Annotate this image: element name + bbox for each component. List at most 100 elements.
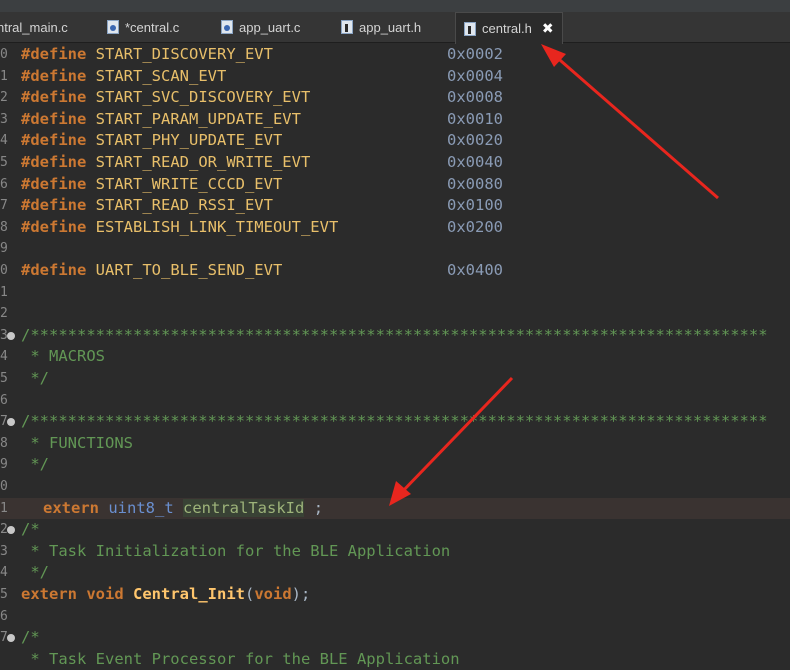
semicolon: ;: [313, 498, 324, 517]
code-line: 4 * MACROS: [0, 346, 790, 368]
macro-value: 0x0004: [447, 66, 503, 85]
define-keyword: #define: [21, 174, 87, 193]
comment-text: * FUNCTIONS: [21, 433, 133, 452]
close-tab-icon[interactable]: ✖: [542, 21, 554, 37]
line-number: 2: [0, 306, 8, 322]
code-line: * Task Event Processor for the BLE Appli…: [0, 649, 790, 670]
line-number: 6: [0, 608, 8, 624]
comment-text: /*: [21, 628, 40, 647]
macro-name: START_WRITE_CCCD_EVT: [95, 174, 283, 193]
code-line: 7 #define START_READ_RSSI_EVT 0x0100: [0, 195, 790, 217]
line-number: 6: [0, 176, 8, 192]
extern-keyword: extern: [21, 585, 77, 603]
code-line: 4 #define START_PHY_UPDATE_EVT 0x0020: [0, 130, 790, 152]
macro-value: 0x0080: [447, 174, 503, 193]
line-number: 3: [0, 111, 8, 127]
editor-tab-bar: ntral_main.c *central.c app_uart.c app_u…: [0, 12, 790, 44]
tab-label: app_uart.c: [239, 19, 301, 35]
code-line: 8 * FUNCTIONS: [0, 433, 790, 455]
line-number: 4: [0, 133, 8, 149]
line-number: 1: [0, 500, 8, 516]
variable-name: centralTaskId: [183, 498, 305, 517]
fold-marker-icon[interactable]: [7, 634, 15, 643]
tab-central-h[interactable]: central.h ✖: [455, 12, 563, 44]
type-name: uint8_t: [108, 498, 174, 517]
tab-app-uart-h[interactable]: app_uart.h: [341, 12, 441, 42]
line-number: 1: [0, 284, 8, 300]
define-keyword: #define: [21, 131, 87, 150]
fold-marker-icon[interactable]: [7, 331, 15, 340]
line-number: 2: [0, 90, 8, 106]
line-number: 9: [0, 241, 8, 257]
code-line: 1 #define START_SCAN_EVT 0x0004: [0, 66, 790, 88]
tab-app-uart-c[interactable]: app_uart.c: [221, 12, 321, 42]
code-line: 7/*: [0, 627, 790, 649]
h-file-icon: [464, 21, 476, 36]
code-line: 9: [0, 238, 790, 260]
line-number: 8: [0, 219, 8, 235]
line-number: 4: [0, 349, 8, 365]
macro-value: 0x0400: [447, 261, 503, 279]
code-line: 5 */: [0, 368, 790, 390]
macro-value: 0x0020: [447, 131, 503, 150]
code-line: 8 #define ESTABLISH_LINK_TIMEOUT_EVT 0x020…: [0, 217, 790, 239]
code-line: 0 #define START_DISCOVERY_EVT 0x0002: [0, 44, 790, 66]
comment-text: * Task Event Processor for the BLE Appli…: [21, 649, 460, 668]
code-line: 3 #define START_PARAM_UPDATE_EVT 0x0010: [0, 109, 790, 131]
line-number: 8: [0, 435, 8, 451]
current-code-line: 1 extern uint8_t centralTaskId ;: [0, 497, 790, 520]
line-number: 0: [0, 47, 8, 62]
tab-central-c[interactable]: *central.c: [107, 12, 197, 42]
line-number: 0: [0, 479, 8, 494]
define-keyword: #define: [21, 153, 87, 171]
window-top-strip: [0, 0, 790, 12]
line-number: 5: [0, 371, 8, 386]
comment-text: */: [21, 455, 49, 474]
line-number: 6: [0, 392, 8, 408]
macro-name: START_PARAM_UPDATE_EVT: [95, 109, 301, 128]
define-keyword: #define: [21, 261, 87, 279]
code-line: 3 * Task Initialization for the BLE Appl…: [0, 541, 790, 563]
code-editor[interactable]: 0 #define START_DISCOVERY_EVT 0x0002 1 #def…: [0, 43, 790, 668]
define-keyword: #define: [21, 45, 87, 63]
define-keyword: #define: [21, 196, 87, 215]
tab-central-main-c[interactable]: ntral_main.c: [0, 12, 97, 42]
macro-name: START_PHY_UPDATE_EVT: [95, 131, 283, 150]
code-line: 3/**************************************…: [0, 325, 790, 347]
line-number: 3: [0, 543, 8, 559]
tab-label: *central.c: [125, 19, 180, 35]
macro-value: 0x0040: [447, 153, 503, 171]
define-keyword: #define: [21, 88, 87, 107]
code-line: 2: [0, 303, 790, 325]
code-line: 7/**************************************…: [0, 411, 790, 433]
function-name: Central_Init: [133, 585, 245, 603]
macro-value: 0x0100: [447, 196, 503, 215]
line-number: 1: [0, 68, 8, 84]
tab-label: ntral_main.c: [0, 19, 68, 35]
line-number: 0: [0, 263, 8, 278]
code-line: 2/*: [0, 519, 790, 541]
c-file-icon: [107, 20, 119, 34]
line-number: 9: [0, 457, 8, 473]
c-file-icon: [221, 20, 233, 34]
comment-text: /***************************************…: [21, 325, 768, 344]
comment-text: * MACROS: [21, 347, 105, 366]
line-number: 5: [0, 155, 8, 170]
define-keyword: #define: [21, 109, 87, 128]
define-keyword: #define: [21, 66, 87, 85]
macro-value: 0x0010: [447, 109, 503, 128]
macro-value: 0x0002: [447, 45, 503, 63]
tab-label: central.h: [482, 21, 532, 36]
line-number: 5: [0, 587, 8, 602]
fold-marker-icon[interactable]: [7, 418, 15, 427]
paren: (: [245, 585, 255, 603]
h-file-icon: [341, 20, 353, 34]
extern-keyword: extern: [43, 498, 99, 517]
line-number: 4: [0, 565, 8, 581]
paren: );: [291, 585, 311, 603]
code-line: 6: [0, 390, 790, 412]
comment-text: * Task Initialization for the BLE Applic…: [21, 541, 451, 560]
comment-text: */: [21, 563, 49, 582]
macro-value: 0x0200: [447, 217, 503, 236]
fold-marker-icon[interactable]: [7, 526, 15, 535]
